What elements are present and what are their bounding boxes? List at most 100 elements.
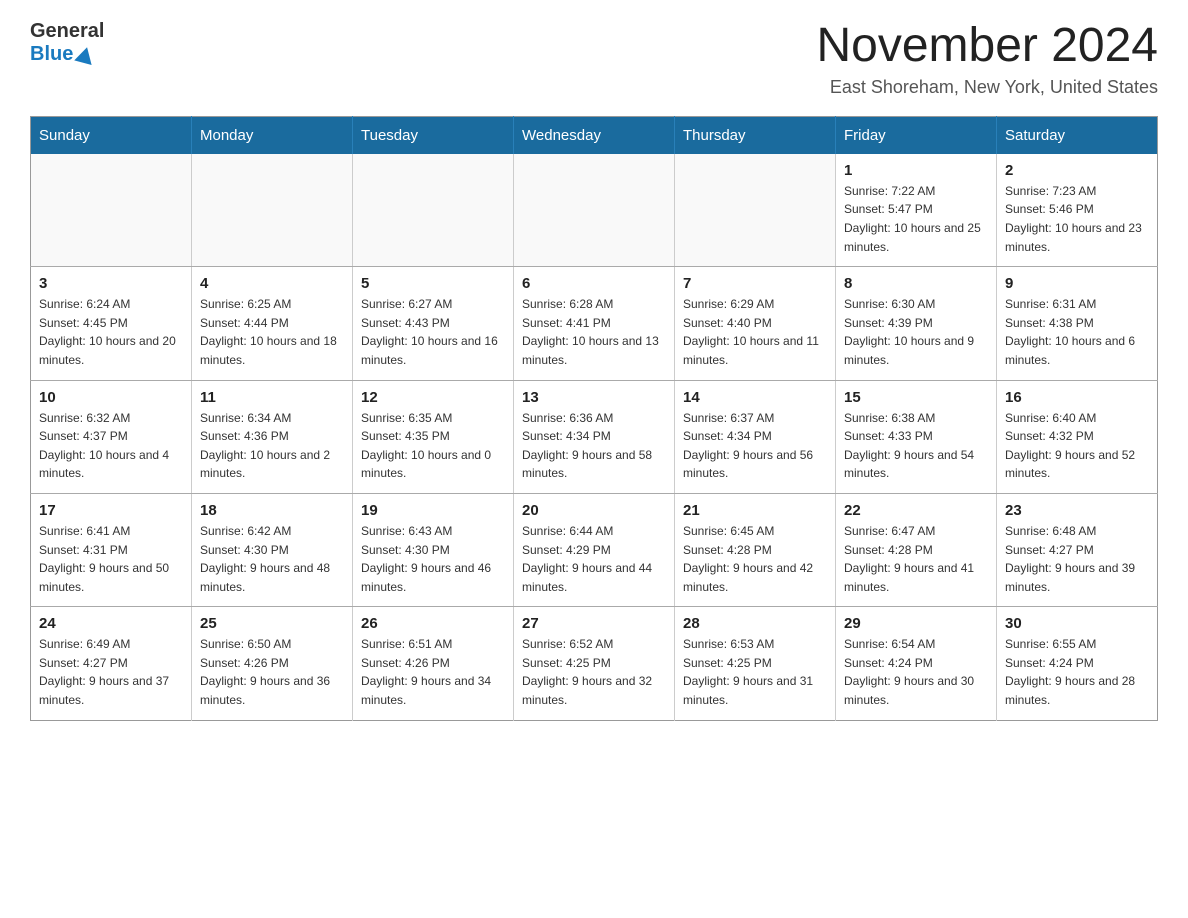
calendar-cell: 21 Sunrise: 6:45 AMSunset: 4:28 PMDayligh…: [675, 493, 836, 606]
calendar-cell: 1 Sunrise: 7:22 AMSunset: 5:47 PMDaylight…: [836, 154, 997, 267]
calendar-cell: 5Sunrise: 6:27 AMSunset: 4:43 PMDaylight…: [353, 267, 514, 380]
calendar-cell: 3 Sunrise: 6:24 AMSunset: 4:45 PMDaylight…: [31, 267, 192, 380]
logo-triangle-icon: [75, 44, 97, 64]
day-info: Sunrise: 6:32 AMSunset: 4:37 PMDaylight:…: [39, 409, 183, 483]
calendar-cell: 2 Sunrise: 7:23 AMSunset: 5:46 PMDaylight…: [997, 154, 1158, 267]
day-info: Sunrise: 6:40 AMSunset: 4:32 PMDaylight:…: [1005, 409, 1149, 483]
calendar-cell: [675, 154, 836, 267]
logo-general-text: General: [30, 20, 104, 43]
header-saturday: Saturday: [997, 116, 1158, 154]
calendar-cell: 26 Sunrise: 6:51 AMSunset: 4:26 PMDayligh…: [353, 607, 514, 720]
day-number: 8: [844, 275, 988, 292]
calendar-cell: 27 Sunrise: 6:52 AMSunset: 4:25 PMDayligh…: [514, 607, 675, 720]
day-number: 23: [1005, 502, 1149, 519]
day-number: 28: [683, 615, 827, 632]
day-info: Sunrise: 6:51 AMSunset: 4:26 PMDaylight:…: [361, 635, 505, 709]
day-number: 18: [200, 502, 344, 519]
calendar-cell: 10 Sunrise: 6:32 AMSunset: 4:37 PMDayligh…: [31, 380, 192, 493]
day-info: Sunrise: 6:29 AMSunset: 4:40 PMDaylight:…: [683, 295, 827, 369]
day-number: 9: [1005, 275, 1149, 292]
day-info: Sunrise: 6:24 AMSunset: 4:45 PMDaylight:…: [39, 295, 183, 369]
day-number: 29: [844, 615, 988, 632]
day-number: 25: [200, 615, 344, 632]
day-number: 15: [844, 389, 988, 406]
day-number: 11: [200, 389, 344, 406]
day-info: Sunrise: 6:36 AMSunset: 4:34 PMDaylight:…: [522, 409, 666, 483]
calendar-cell: 17 Sunrise: 6:41 AMSunset: 4:31 PMDayligh…: [31, 493, 192, 606]
day-number: 14: [683, 389, 827, 406]
day-info: Sunrise: 7:23 AMSunset: 5:46 PMDaylight:…: [1005, 182, 1149, 256]
calendar-cell: 24 Sunrise: 6:49 AMSunset: 4:27 PMDayligh…: [31, 607, 192, 720]
calendar-cell: 23 Sunrise: 6:48 AMSunset: 4:27 PMDayligh…: [997, 493, 1158, 606]
day-number: 3: [39, 275, 183, 292]
calendar-week-row: 24 Sunrise: 6:49 AMSunset: 4:27 PMDayligh…: [31, 607, 1158, 720]
day-info: Sunrise: 6:55 AMSunset: 4:24 PMDaylight:…: [1005, 635, 1149, 709]
day-number: 27: [522, 615, 666, 632]
calendar-header-row: SundayMondayTuesdayWednesdayThursdayFrid…: [31, 116, 1158, 154]
day-number: 1: [844, 162, 988, 179]
day-info: Sunrise: 6:49 AMSunset: 4:27 PMDaylight:…: [39, 635, 183, 709]
day-info: Sunrise: 6:28 AMSunset: 4:41 PMDaylight:…: [522, 295, 666, 369]
day-info: Sunrise: 6:38 AMSunset: 4:33 PMDaylight:…: [844, 409, 988, 483]
calendar-cell: 20 Sunrise: 6:44 AMSunset: 4:29 PMDayligh…: [514, 493, 675, 606]
calendar-cell: 12 Sunrise: 6:35 AMSunset: 4:35 PMDayligh…: [353, 380, 514, 493]
calendar-cell: 8Sunrise: 6:30 AMSunset: 4:39 PMDaylight…: [836, 267, 997, 380]
day-info: Sunrise: 6:37 AMSunset: 4:34 PMDaylight:…: [683, 409, 827, 483]
day-info: Sunrise: 6:48 AMSunset: 4:27 PMDaylight:…: [1005, 522, 1149, 596]
day-number: 2: [1005, 162, 1149, 179]
day-number: 22: [844, 502, 988, 519]
day-info: Sunrise: 6:47 AMSunset: 4:28 PMDaylight:…: [844, 522, 988, 596]
calendar-cell: 19Sunrise: 6:43 AMSunset: 4:30 PMDayligh…: [353, 493, 514, 606]
calendar-cell: 14 Sunrise: 6:37 AMSunset: 4:34 PMDayligh…: [675, 380, 836, 493]
day-number: 7: [683, 275, 827, 292]
header-thursday: Thursday: [675, 116, 836, 154]
calendar-cell: 13 Sunrise: 6:36 AMSunset: 4:34 PMDayligh…: [514, 380, 675, 493]
calendar-cell: 29Sunrise: 6:54 AMSunset: 4:24 PMDayligh…: [836, 607, 997, 720]
calendar-cell: 6 Sunrise: 6:28 AMSunset: 4:41 PMDaylight…: [514, 267, 675, 380]
day-info: Sunrise: 6:52 AMSunset: 4:25 PMDaylight:…: [522, 635, 666, 709]
day-number: 26: [361, 615, 505, 632]
day-info: Sunrise: 7:22 AMSunset: 5:47 PMDaylight:…: [844, 182, 988, 256]
day-info: Sunrise: 6:44 AMSunset: 4:29 PMDaylight:…: [522, 522, 666, 596]
day-info: Sunrise: 6:27 AMSunset: 4:43 PMDaylight:…: [361, 295, 505, 369]
calendar-table: SundayMondayTuesdayWednesdayThursdayFrid…: [30, 116, 1158, 721]
day-number: 24: [39, 615, 183, 632]
calendar-cell: 28 Sunrise: 6:53 AMSunset: 4:25 PMDayligh…: [675, 607, 836, 720]
month-title: November 2024: [816, 20, 1158, 73]
calendar-cell: [353, 154, 514, 267]
day-info: Sunrise: 6:31 AMSunset: 4:38 PMDaylight:…: [1005, 295, 1149, 369]
day-number: 19: [361, 502, 505, 519]
day-number: 13: [522, 389, 666, 406]
day-number: 20: [522, 502, 666, 519]
calendar-cell: 4 Sunrise: 6:25 AMSunset: 4:44 PMDaylight…: [192, 267, 353, 380]
calendar-cell: 7 Sunrise: 6:29 AMSunset: 4:40 PMDaylight…: [675, 267, 836, 380]
day-number: 6: [522, 275, 666, 292]
calendar-cell: [192, 154, 353, 267]
day-number: 21: [683, 502, 827, 519]
header-wednesday: Wednesday: [514, 116, 675, 154]
day-number: 16: [1005, 389, 1149, 406]
page-header: General Blue November 2024 East Shoreham…: [30, 20, 1158, 98]
calendar-cell: 30Sunrise: 6:55 AMSunset: 4:24 PMDayligh…: [997, 607, 1158, 720]
day-info: Sunrise: 6:42 AMSunset: 4:30 PMDaylight:…: [200, 522, 344, 596]
day-info: Sunrise: 6:35 AMSunset: 4:35 PMDaylight:…: [361, 409, 505, 483]
day-number: 17: [39, 502, 183, 519]
calendar-cell: 25 Sunrise: 6:50 AMSunset: 4:26 PMDayligh…: [192, 607, 353, 720]
day-number: 10: [39, 389, 183, 406]
calendar-cell: 9 Sunrise: 6:31 AMSunset: 4:38 PMDaylight…: [997, 267, 1158, 380]
day-info: Sunrise: 6:25 AMSunset: 4:44 PMDaylight:…: [200, 295, 344, 369]
day-info: Sunrise: 6:41 AMSunset: 4:31 PMDaylight:…: [39, 522, 183, 596]
day-info: Sunrise: 6:50 AMSunset: 4:26 PMDaylight:…: [200, 635, 344, 709]
header-friday: Friday: [836, 116, 997, 154]
day-info: Sunrise: 6:34 AMSunset: 4:36 PMDaylight:…: [200, 409, 344, 483]
day-number: 12: [361, 389, 505, 406]
logo-blue-text: Blue: [30, 43, 73, 66]
day-info: Sunrise: 6:53 AMSunset: 4:25 PMDaylight:…: [683, 635, 827, 709]
calendar-cell: 11 Sunrise: 6:34 AMSunset: 4:36 PMDayligh…: [192, 380, 353, 493]
day-info: Sunrise: 6:45 AMSunset: 4:28 PMDaylight:…: [683, 522, 827, 596]
calendar-cell: 16 Sunrise: 6:40 AMSunset: 4:32 PMDayligh…: [997, 380, 1158, 493]
calendar-week-row: 10 Sunrise: 6:32 AMSunset: 4:37 PMDayligh…: [31, 380, 1158, 493]
calendar-cell: 22 Sunrise: 6:47 AMSunset: 4:28 PMDayligh…: [836, 493, 997, 606]
day-number: 4: [200, 275, 344, 292]
calendar-week-row: 3 Sunrise: 6:24 AMSunset: 4:45 PMDaylight…: [31, 267, 1158, 380]
